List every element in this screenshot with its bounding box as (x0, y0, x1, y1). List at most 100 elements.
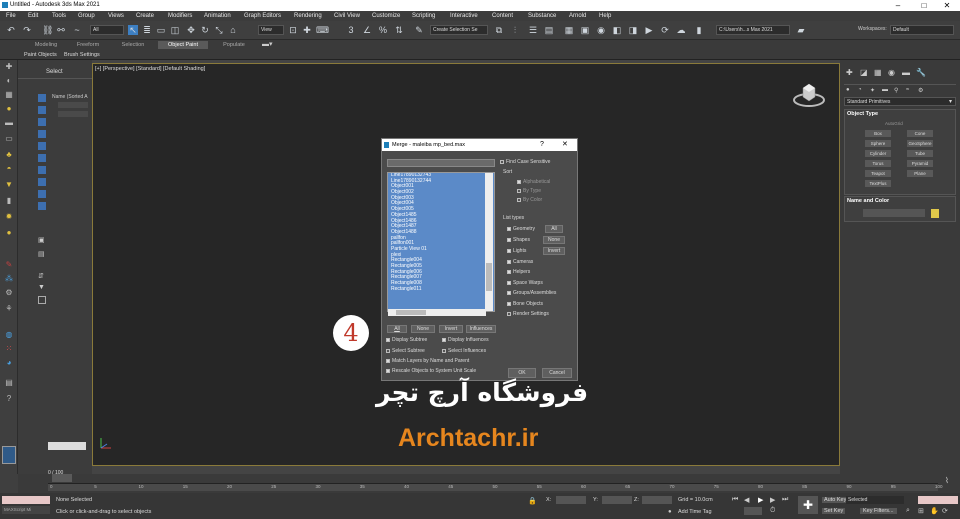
tab-freeform[interactable]: Freeform (68, 41, 108, 49)
helpers-icon[interactable]: ⚲ (894, 87, 898, 94)
minimize-button[interactable]: – (885, 0, 911, 11)
menu-scripting[interactable]: Scripting (412, 13, 435, 19)
pan-icon[interactable]: ✋ (930, 507, 939, 515)
render-production-icon[interactable]: ▶ (644, 25, 654, 35)
motion-tab-icon[interactable]: ◉ (888, 68, 895, 77)
display-none-icon[interactable] (38, 94, 46, 102)
object-color-swatch[interactable] (931, 209, 939, 218)
tab-selection[interactable]: Selection (112, 41, 154, 49)
type-shapes-checkbox[interactable]: Shapes (507, 237, 530, 244)
name-color-title[interactable]: Name and Color (847, 198, 889, 204)
geometry-icon[interactable]: ● (846, 87, 850, 93)
modify-icon[interactable]: ◐ (4, 76, 14, 85)
create-icon[interactable]: ✚ (4, 62, 14, 71)
ref-coord-dropdown[interactable]: View (258, 25, 284, 35)
maxscript-listener[interactable] (2, 496, 50, 504)
select-all-icon[interactable] (38, 296, 46, 304)
object-name-field[interactable] (863, 209, 925, 217)
systems-icon[interactable]: ⚙ (918, 87, 923, 94)
lock-selection-icon[interactable]: 🔒 (528, 497, 537, 505)
display-icon[interactable]: ▭ (4, 134, 14, 143)
pyramid-button[interactable]: Pyramid (907, 160, 933, 167)
object-search-input[interactable] (387, 159, 495, 167)
menu-graph-editors[interactable]: Graph Editors (244, 13, 281, 19)
viewport-layout-icon[interactable] (2, 446, 16, 464)
set-key-button[interactable]: Set Key (822, 508, 846, 514)
dialog-close-button[interactable]: ✕ (562, 139, 568, 151)
menu-modifiers[interactable]: Modifiers (168, 13, 192, 19)
geosphere-button[interactable]: GeoSphere (907, 140, 933, 147)
spinner-snap-icon[interactable]: ⇅ (394, 25, 404, 35)
find-case-sensitive-checkbox[interactable]: Find Case Sensitive (500, 159, 550, 166)
play-icon[interactable]: ▶ (758, 496, 763, 504)
rendered-frame-icon[interactable]: ◨ (628, 25, 638, 35)
close-window-button[interactable]: ✕ (934, 0, 960, 11)
x-coordinate-field[interactable] (556, 496, 586, 504)
folder-icon[interactable]: ▰ (796, 25, 806, 35)
select-object-icon[interactable]: ↖ (128, 25, 138, 35)
menu-civil-view[interactable]: Civil View (334, 13, 360, 19)
viewport-label[interactable]: [+] [Perspective] [Standard] [Default Sh… (95, 66, 205, 72)
lights-icon[interactable]: ✦ (870, 87, 875, 94)
select-invert-button[interactable]: Invert (439, 325, 463, 333)
bones-icon[interactable]: ⚙ (4, 288, 14, 297)
link-icon[interactable]: ⛓ (42, 25, 53, 35)
type-cameras-checkbox[interactable]: Cameras (507, 259, 533, 266)
snaps-icon[interactable]: 3 (346, 25, 356, 35)
current-frame-field[interactable] (744, 507, 762, 515)
display-shapes-icon[interactable] (38, 118, 46, 126)
paint-brush-icon[interactable]: ✎ (4, 260, 14, 269)
y-coordinate-field[interactable] (602, 496, 632, 504)
sphere-button[interactable]: Sphere (865, 140, 891, 147)
type-space-warps-checkbox[interactable]: Space Warps (507, 280, 543, 287)
shapes-icon[interactable]: ◔ (858, 87, 862, 93)
types-all-button[interactable]: All (545, 225, 563, 233)
type-bones-checkbox[interactable]: Bone Objects (507, 301, 543, 308)
select-tab[interactable]: Select (46, 69, 63, 75)
hierarchy-icon[interactable]: ▦ (4, 90, 14, 99)
frame-range-field[interactable] (918, 496, 958, 504)
object-list-item[interactable]: Rectangle011 (388, 286, 494, 293)
display-tab-icon[interactable]: ▬ (902, 68, 910, 77)
create-tab-icon[interactable]: ✚ (846, 68, 853, 77)
display-spacewarps-icon[interactable] (38, 166, 46, 174)
mini-curve-icon[interactable]: ⌇ (945, 476, 957, 486)
cylinder-button[interactable]: Cylinder (865, 150, 891, 157)
teapot-icon[interactable]: ♣ (4, 150, 14, 159)
tube-button[interactable]: Tube (907, 150, 933, 157)
cameras-icon[interactable]: ▬ (882, 87, 888, 93)
orbit-icon[interactable]: ⟳ (942, 507, 948, 515)
select-subtree-checkbox[interactable]: Select Subtree (386, 348, 425, 355)
sort-icon[interactable]: ⇵ (38, 272, 46, 280)
rect-selection-icon[interactable]: ▭ (156, 25, 166, 35)
menu-views[interactable]: Views (108, 13, 124, 19)
project-path-dropdown[interactable]: C:\Users\h...s Max 2021 (716, 25, 790, 35)
dome-icon[interactable]: ◓ (4, 164, 14, 173)
menu-group[interactable]: Group (78, 13, 95, 19)
redo-icon[interactable]: ↷ (22, 25, 32, 35)
menu-file[interactable]: File (6, 13, 16, 19)
percent-snap-icon[interactable]: % (378, 25, 388, 35)
display-all-icon[interactable]: ▣ (38, 236, 46, 244)
hierarchy-tab-icon[interactable]: ▦ (874, 68, 882, 77)
display-geometry-icon[interactable] (38, 106, 46, 114)
layer-explorer-icon[interactable]: ▤ (544, 25, 554, 35)
globe-icon[interactable]: ◍ (4, 330, 14, 339)
zoom-all-icon[interactable]: ⊞ (918, 507, 924, 515)
select-influences-button[interactable]: Influences (466, 325, 496, 333)
select-all-button[interactable]: All (387, 325, 407, 333)
menu-customize[interactable]: Customize (372, 13, 400, 19)
scrollbar-thumb[interactable] (486, 263, 492, 291)
plane-button[interactable]: Plane (907, 170, 933, 177)
select-influences-checkbox[interactable]: Select Influences (442, 348, 486, 355)
dialog-help-button[interactable]: ? (540, 139, 544, 151)
render-shortcut-icon[interactable]: ▮ (694, 25, 704, 35)
light-icon[interactable]: ● (4, 104, 14, 113)
lamp-icon[interactable]: ▼ (4, 180, 14, 189)
time-tag-icon[interactable]: ● (668, 509, 672, 515)
rescale-objects-checkbox[interactable]: Rescale Objects to System Unit Scale (386, 368, 476, 375)
menu-substance[interactable]: Substance (528, 13, 556, 19)
particle-icon[interactable]: ⁂ (4, 274, 14, 283)
list-horizontal-scrollbar[interactable] (388, 309, 486, 316)
filter-icon[interactable]: ▼ (38, 284, 46, 292)
